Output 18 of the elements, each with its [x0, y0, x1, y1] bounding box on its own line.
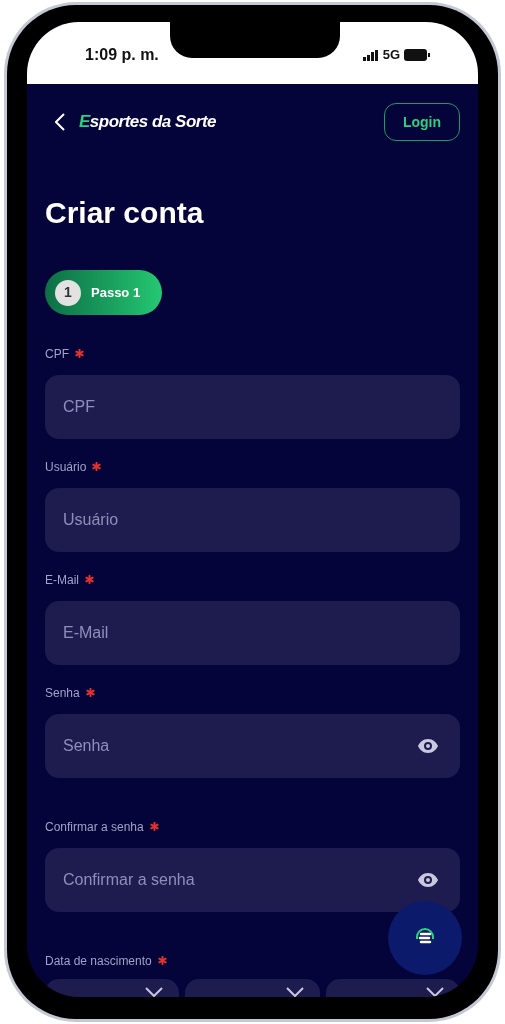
page-title: Criar conta: [45, 195, 205, 231]
input-field[interactable]: E-Mail: [45, 601, 460, 665]
field-label: CPF: [45, 346, 69, 362]
field-label: E-Mail: [45, 572, 79, 588]
input-field[interactable]: CPF: [45, 375, 460, 439]
step-label: Passo 1: [91, 283, 141, 302]
login-button[interactable]: Login: [383, 103, 460, 141]
input-field[interactable]: Usuário: [45, 488, 460, 552]
network-label: 5G: [382, 46, 400, 65]
status-time: 1:09 p. m.: [85, 45, 159, 65]
field-label: Senha: [45, 685, 80, 701]
password-field[interactable]: Senha: [45, 714, 460, 778]
password-field[interactable]: Confirmar a senha: [45, 848, 460, 912]
field-label: Usuário: [45, 459, 87, 475]
field-label: Data de nascimento: [45, 953, 152, 969]
step-number: 1: [55, 279, 81, 306]
field-label: Confirmar a senha: [45, 819, 144, 835]
brand-logo: Esportes da Sorte: [79, 111, 216, 134]
